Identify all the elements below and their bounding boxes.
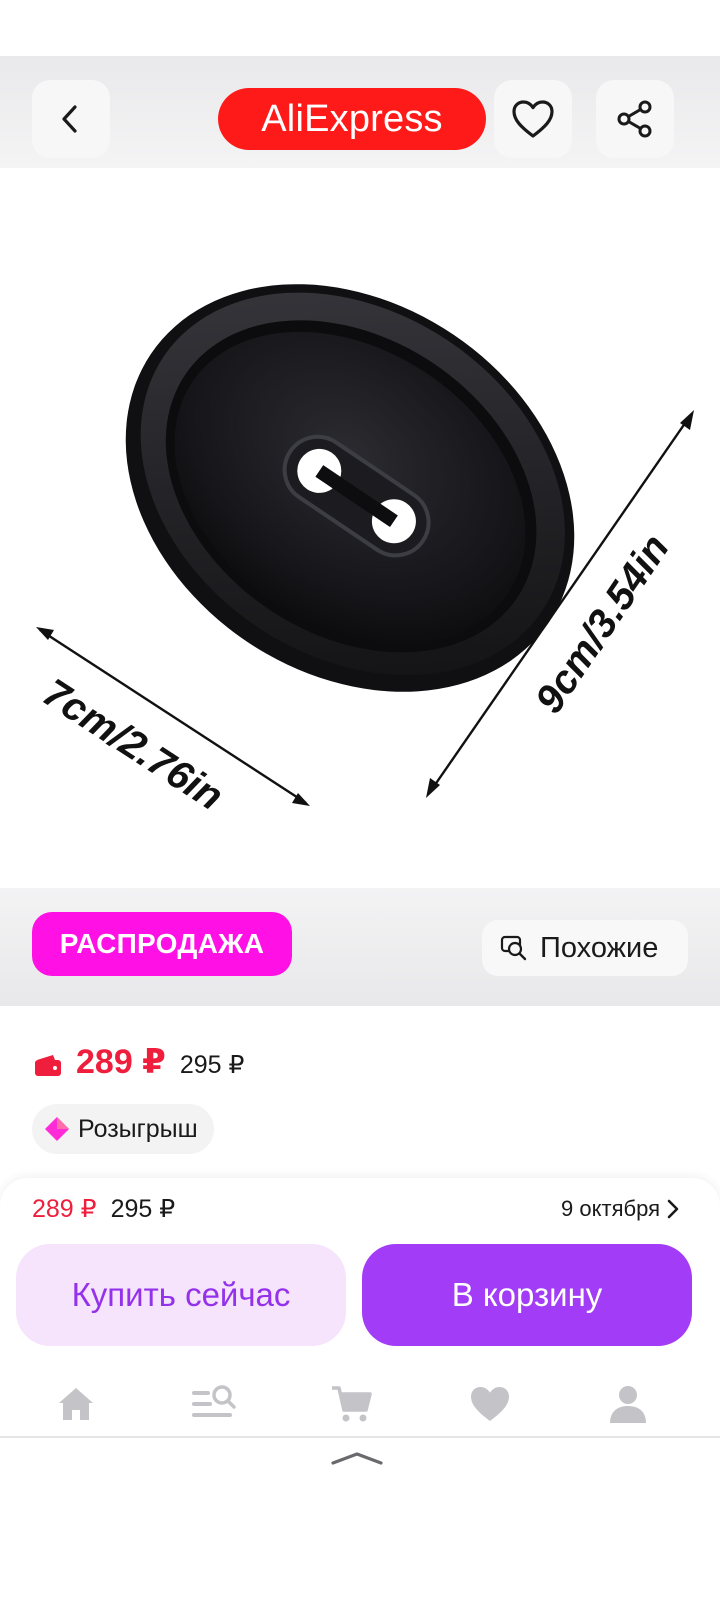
current-price: 289 ₽ — [76, 1043, 166, 1081]
profile-icon — [610, 1386, 646, 1423]
add-to-cart-button[interactable]: В корзину — [362, 1244, 692, 1346]
nav-profile[interactable] — [604, 1380, 652, 1428]
panel-old-price: 295 ₽ — [110, 1195, 176, 1223]
similar-button[interactable]: Похожие — [482, 920, 688, 976]
chevron-right-icon — [667, 1199, 679, 1219]
favorites-icon — [471, 1387, 509, 1421]
old-price: 295 ₽ — [179, 1051, 245, 1079]
price-card: 289 ₽ 295 ₽ Розыгрыш — [0, 1006, 720, 1178]
panel-price-row: 289 ₽ 295 ₽ — [32, 1194, 175, 1224]
nav-home[interactable] — [52, 1380, 100, 1428]
sale-strip: РАСПРОДАЖА Похожие — [0, 888, 720, 1008]
product-page: AliExpress 7cm/2.76in 9cm/3.54in РАСПРОД… — [0, 0, 720, 1600]
favorite-button[interactable] — [494, 80, 572, 158]
panel-current-price: 289 ₽ — [32, 1195, 97, 1223]
catalog-search-icon — [192, 1385, 236, 1417]
product-photo: 7cm/2.76in 9cm/3.54in — [35, 284, 694, 819]
cart-icon — [332, 1386, 372, 1422]
share-button[interactable] — [596, 80, 674, 158]
purchase-panel: 289 ₽ 295 ₽ 9 октября Купить сейчас В ко… — [0, 1178, 720, 1358]
raffle-label: Розыгрыш — [78, 1114, 198, 1143]
top-header: AliExpress — [0, 56, 720, 168]
heart-outline-icon — [512, 100, 554, 138]
sale-badge[interactable]: РАСПРОДАЖА — [32, 912, 292, 976]
gesture-area — [0, 1438, 720, 1600]
nav-catalog[interactable] — [190, 1380, 238, 1428]
status-bar — [0, 0, 720, 56]
product-image[interactable]: 7cm/2.76in 9cm/3.54in — [0, 168, 720, 888]
chevron-left-icon — [62, 105, 77, 133]
buy-now-button[interactable]: Купить сейчас — [16, 1244, 346, 1346]
delivery-date: 9 октября — [561, 1196, 660, 1221]
raffle-chip[interactable]: Розыгрыш — [32, 1104, 214, 1154]
nav-cart[interactable] — [328, 1380, 376, 1428]
search-similar-icon — [500, 935, 527, 961]
chevron-up-icon[interactable] — [330, 1450, 384, 1466]
price-row: 289 ₽ 295 ₽ — [34, 1042, 244, 1082]
similar-label: Похожие — [540, 931, 659, 964]
share-icon — [617, 100, 652, 138]
bottom-nav — [0, 1358, 720, 1438]
home-icon — [59, 1388, 93, 1420]
width-dimension-label: 7cm/2.76in — [35, 671, 231, 819]
back-button[interactable] — [32, 80, 110, 158]
diamond-icon — [45, 1117, 69, 1141]
nav-favorites[interactable] — [466, 1380, 514, 1428]
wallet-icon — [35, 1055, 61, 1076]
delivery-date-link[interactable]: 9 октября — [561, 1196, 680, 1222]
aliexpress-logo[interactable]: AliExpress — [218, 88, 486, 150]
